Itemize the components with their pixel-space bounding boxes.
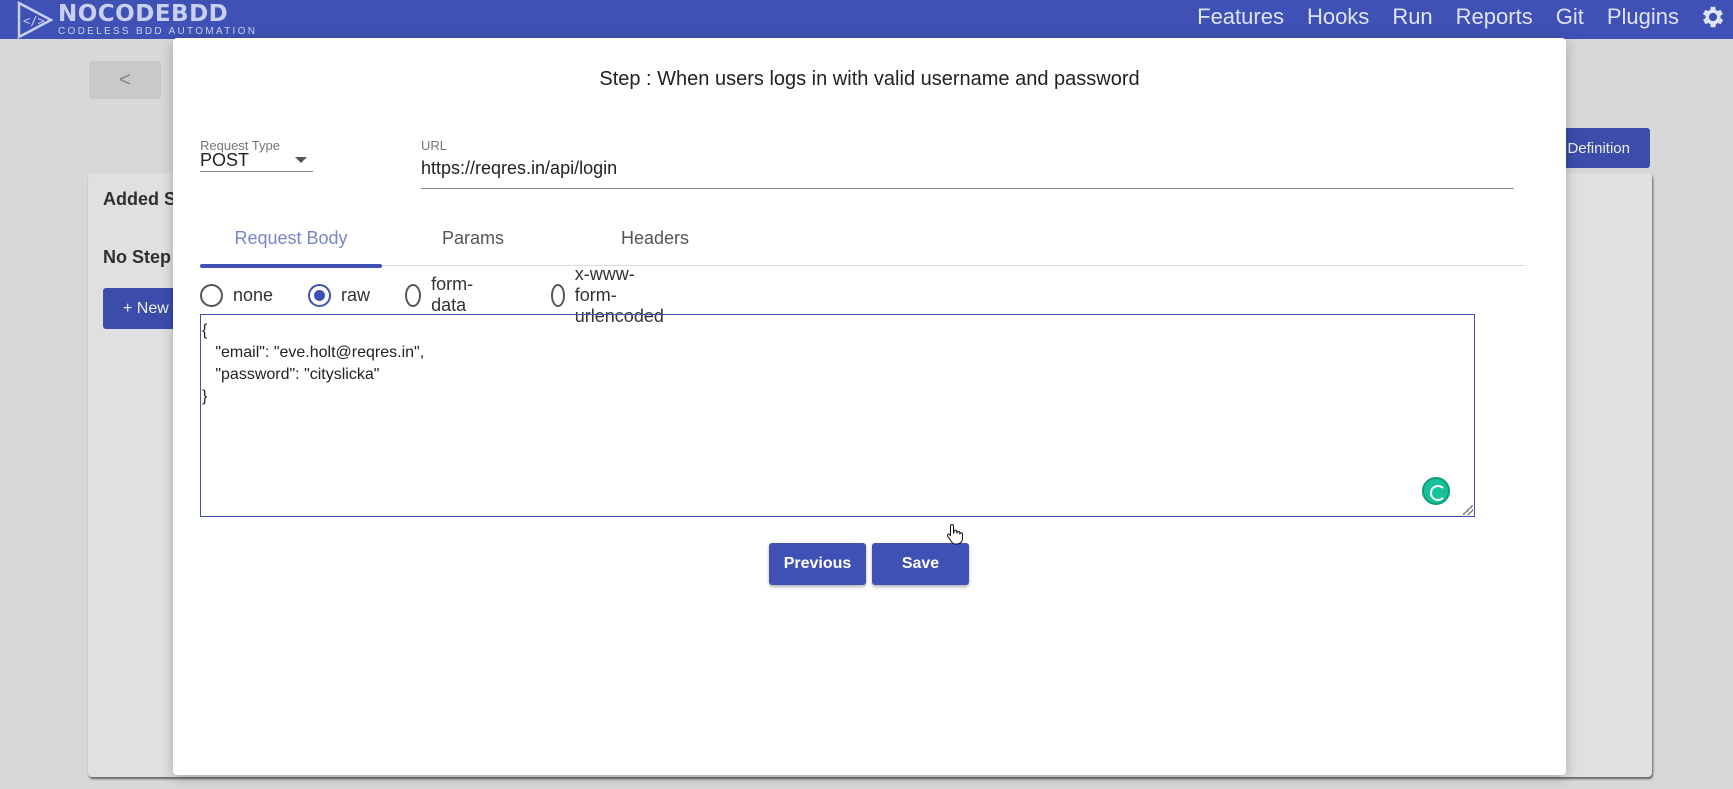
url-input[interactable] <box>421 158 1514 179</box>
tab-request-body[interactable]: Request Body <box>200 228 382 268</box>
dropdown-caret-icon <box>295 157 307 163</box>
radio-unchecked-icon <box>551 283 565 307</box>
radio-unchecked-icon <box>405 283 422 307</box>
pointer-hand-icon <box>946 523 963 545</box>
svg-text:</>: </> <box>23 14 45 28</box>
radio-x-www-form-urlencoded[interactable]: x-www-form-urlencoded <box>551 264 673 326</box>
radio-none[interactable]: none <box>200 281 273 309</box>
nav-git[interactable]: Git <box>1556 4 1584 30</box>
active-tab-indicator <box>200 264 382 268</box>
step-request-dialog: Step : When users logs in with valid use… <box>173 38 1566 775</box>
top-navbar: </> NOCODEBDD CODELESS BDD AUTOMATION Fe… <box>0 0 1733 39</box>
logo-subtitle: CODELESS BDD AUTOMATION <box>58 25 258 37</box>
request-type-select[interactable]: POST <box>200 140 313 172</box>
app-logo[interactable]: </> NOCODEBDD CODELESS BDD AUTOMATION <box>16 0 257 39</box>
previous-button[interactable]: Previous <box>769 543 866 585</box>
request-body-editor: { "email": "eve.holt@reqres.in", "passwo… <box>200 314 1475 517</box>
main-nav: Features Hooks Run Reports Git Plugins <box>1197 0 1679 33</box>
dialog-title: Step : When users logs in with valid use… <box>599 68 1140 90</box>
nav-run[interactable]: Run <box>1392 4 1432 30</box>
radio-form-data[interactable]: form-data <box>405 274 480 315</box>
logo-icon: </> <box>17 0 54 39</box>
logo-title: NOCODEBDD <box>58 0 229 27</box>
grammar-check-icon[interactable] <box>1422 477 1450 505</box>
nav-plugins[interactable]: Plugins <box>1607 4 1679 30</box>
request-type-value: POST <box>200 150 250 170</box>
radio-checked-icon <box>308 283 331 307</box>
tab-headers[interactable]: Headers <box>564 228 746 266</box>
radio-unchecked-icon <box>200 283 223 307</box>
tab-params[interactable]: Params <box>382 228 564 266</box>
save-button[interactable]: Save <box>872 543 969 585</box>
radio-raw[interactable]: raw <box>308 281 370 309</box>
gear-icon[interactable] <box>1699 3 1727 31</box>
resize-handle-icon[interactable] <box>1463 505 1473 515</box>
url-field <box>421 140 1514 189</box>
nav-features[interactable]: Features <box>1197 4 1284 30</box>
nav-reports[interactable]: Reports <box>1456 4 1533 30</box>
request-tabs: Request Body Params Headers <box>200 228 1525 268</box>
nav-hooks[interactable]: Hooks <box>1307 4 1369 30</box>
request-body-textarea[interactable]: { "email": "eve.holt@reqres.in", "passwo… <box>201 315 1474 516</box>
